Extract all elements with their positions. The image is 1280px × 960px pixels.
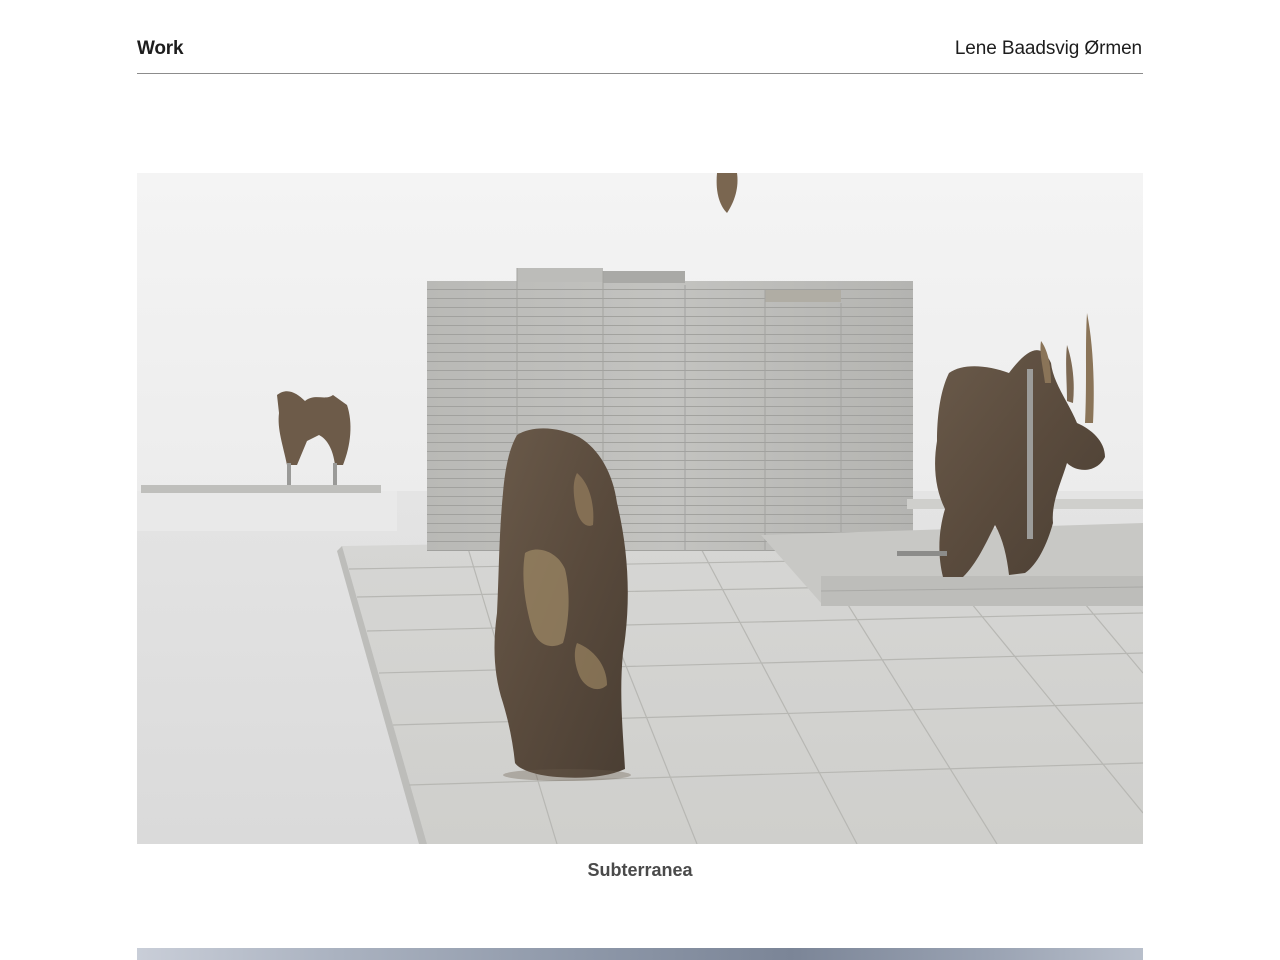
work-title-caption[interactable]: Subterranea bbox=[137, 860, 1143, 881]
nav-work-link[interactable]: Work bbox=[137, 38, 184, 60]
artist-name-link[interactable]: Lene Baadsvig Ørmen bbox=[955, 38, 1142, 60]
site-header: Work Lene Baadsvig Ørmen bbox=[137, 38, 1143, 74]
page: Work Lene Baadsvig Ørmen Subterranea bbox=[0, 0, 1280, 960]
next-work-image[interactable] bbox=[137, 948, 1143, 960]
installation-photo bbox=[137, 173, 1143, 844]
work-image-subterranea[interactable] bbox=[137, 173, 1143, 844]
